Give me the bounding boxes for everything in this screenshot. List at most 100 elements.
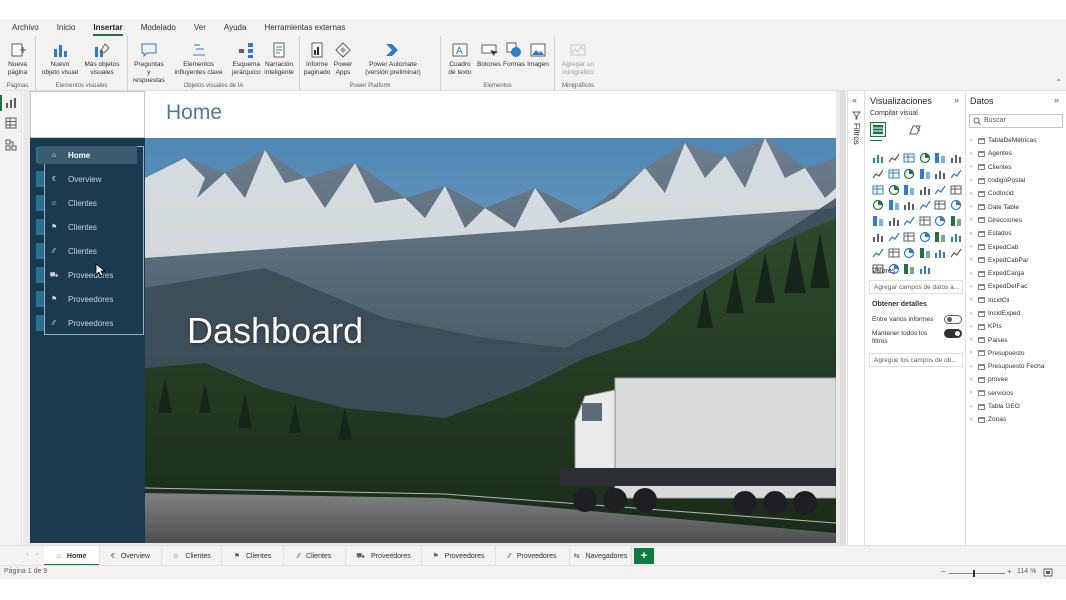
visual-type-icon[interactable] [888,199,900,211]
visual-type-icon[interactable] [872,215,884,227]
table-item[interactable]: › Estados [970,227,1064,240]
table-item[interactable]: › CodIncid [970,187,1064,200]
tab-proveedores-1[interactable]: ⛟ Proveedores [346,546,422,566]
build-visual-tab[interactable] [870,122,886,137]
visual-type-icon[interactable] [872,152,884,164]
chevron-right-icon[interactable]: › [970,417,976,423]
table-item[interactable]: › IncidCli [970,294,1064,307]
table-item[interactable]: › ExpedCab [970,240,1064,253]
visual-type-icon[interactable] [934,184,946,196]
chevron-right-icon[interactable]: › [970,164,976,170]
visual-type-icon[interactable] [903,152,915,164]
zoom-out-button[interactable]: − [941,567,946,576]
zoom-slider-thumb[interactable] [973,570,976,577]
model-view-icon[interactable] [5,139,17,151]
table-item[interactable]: › Zonas [970,413,1064,426]
chevron-right-icon[interactable]: › [970,217,976,223]
chevron-right-icon[interactable]: › [970,297,976,303]
visual-type-icon[interactable] [903,184,915,196]
visual-type-icon[interactable] [888,152,900,164]
visual-type-icon[interactable] [888,184,900,196]
visual-type-icon[interactable] [919,247,931,259]
visual-type-icon[interactable] [872,247,884,259]
table-item[interactable]: › Tabla GEO [970,400,1064,413]
chevron-right-icon[interactable]: › [970,311,976,317]
visual-type-icon[interactable] [872,231,884,243]
visual-type-icon[interactable] [934,247,946,259]
chevron-right-icon[interactable]: › [970,364,976,370]
cross-report-toggle[interactable] [944,315,962,324]
visual-type-icon[interactable] [888,247,900,259]
selected-visual-box[interactable] [30,91,145,138]
table-view-icon[interactable] [5,117,17,129]
chevron-right-icon[interactable]: › [970,350,976,356]
menu-ayuda[interactable]: Ayuda [224,19,247,36]
report-view-icon[interactable] [5,97,17,109]
tab-clientes-2[interactable]: ⚑ Clientes [222,546,284,566]
tab-home[interactable]: ⌂ Home [44,546,100,566]
visual-type-icon[interactable] [934,152,946,164]
zoom-slider[interactable] [949,570,1005,577]
chevron-right-icon[interactable]: › [970,178,976,184]
menu-modelado[interactable]: Modelado [141,19,176,36]
zoom-in-button[interactable]: + [1007,567,1012,576]
chevron-right-icon[interactable]: › [970,324,976,330]
values-drop-zone[interactable]: Agregar campos de datos a... [869,280,963,294]
canvas-scrollbar[interactable] [840,91,846,545]
visual-type-icon[interactable] [934,231,946,243]
menu-archivo[interactable]: Archivo [12,19,39,36]
table-item[interactable]: › servicios [970,387,1064,400]
drill-through-drop-zone[interactable]: Agregue los campos de ob... [869,353,963,367]
visual-type-icon[interactable] [888,231,900,243]
chevron-right-icon[interactable]: › [970,284,976,290]
tab-clientes-3[interactable]: ⁄⁄ Clientes [284,546,346,566]
visual-type-icon[interactable] [903,263,915,275]
tab-overview[interactable]: € Overview [100,546,162,566]
collapse-data-icon[interactable]: » [1054,95,1059,105]
visual-type-icon[interactable] [950,215,962,227]
chevron-right-icon[interactable]: › [970,257,976,263]
chevron-right-icon[interactable]: › [970,271,976,277]
table-item[interactable]: › Paises [970,333,1064,346]
table-item[interactable]: › Agentes [970,147,1064,160]
visual-type-icon[interactable] [919,199,931,211]
table-item[interactable]: › codigoPostal [970,174,1064,187]
keep-filters-toggle[interactable] [944,329,962,338]
visual-type-icon[interactable] [950,199,962,211]
nav-button-proveedores-3[interactable]: ⁄⁄ Proveedores [38,314,137,332]
table-item[interactable]: › Clientes [970,161,1064,174]
tab-next-icon[interactable]: › [36,551,38,558]
visual-type-icon[interactable] [903,231,915,243]
collapse-visualizations-icon[interactable]: » [954,95,959,105]
tab-prev-icon[interactable]: ‹ [26,551,28,558]
table-item[interactable]: › ExpedCabPar [970,254,1064,267]
visual-type-icon[interactable] [950,152,962,164]
chevron-right-icon[interactable]: › [970,337,976,343]
visual-type-icon[interactable] [888,215,900,227]
visual-type-icon[interactable] [950,247,962,259]
menu-inicio[interactable]: Inicio [57,19,76,36]
format-visual-icon[interactable] [908,123,922,136]
table-item[interactable]: › Date Table [970,200,1064,213]
visual-type-icon[interactable] [872,184,884,196]
visual-type-icon[interactable] [919,184,931,196]
chevron-right-icon[interactable]: › [970,204,976,210]
visual-type-icon[interactable] [872,168,884,180]
nav-button-clientes-2[interactable]: ⚑ Clientes [38,218,137,236]
visual-type-icon[interactable] [950,168,962,180]
nav-button-clientes-1[interactable]: ☺ Clientes [38,194,137,212]
visual-type-icon[interactable] [903,215,915,227]
chevron-right-icon[interactable]: › [970,138,976,144]
visual-type-icon[interactable] [934,199,946,211]
table-item[interactable]: › Presupuesto [970,347,1064,360]
table-item[interactable]: › Direcciones [970,214,1064,227]
nav-button-proveedores-2[interactable]: ⚑ Proveedores [38,290,137,308]
add-page-button[interactable]: + [634,548,654,564]
visual-type-icon[interactable] [903,247,915,259]
nav-button-clientes-3[interactable]: ⁄⁄ Clientes [38,242,137,260]
ribbon-collapse-icon[interactable]: ⌃ [1055,78,1062,87]
nav-button-proveedores-1[interactable]: ⛟ Proveedores [38,266,137,284]
chevron-right-icon[interactable]: › [970,390,976,396]
visual-type-icon[interactable] [919,168,931,180]
visual-type-icon[interactable] [872,199,884,211]
